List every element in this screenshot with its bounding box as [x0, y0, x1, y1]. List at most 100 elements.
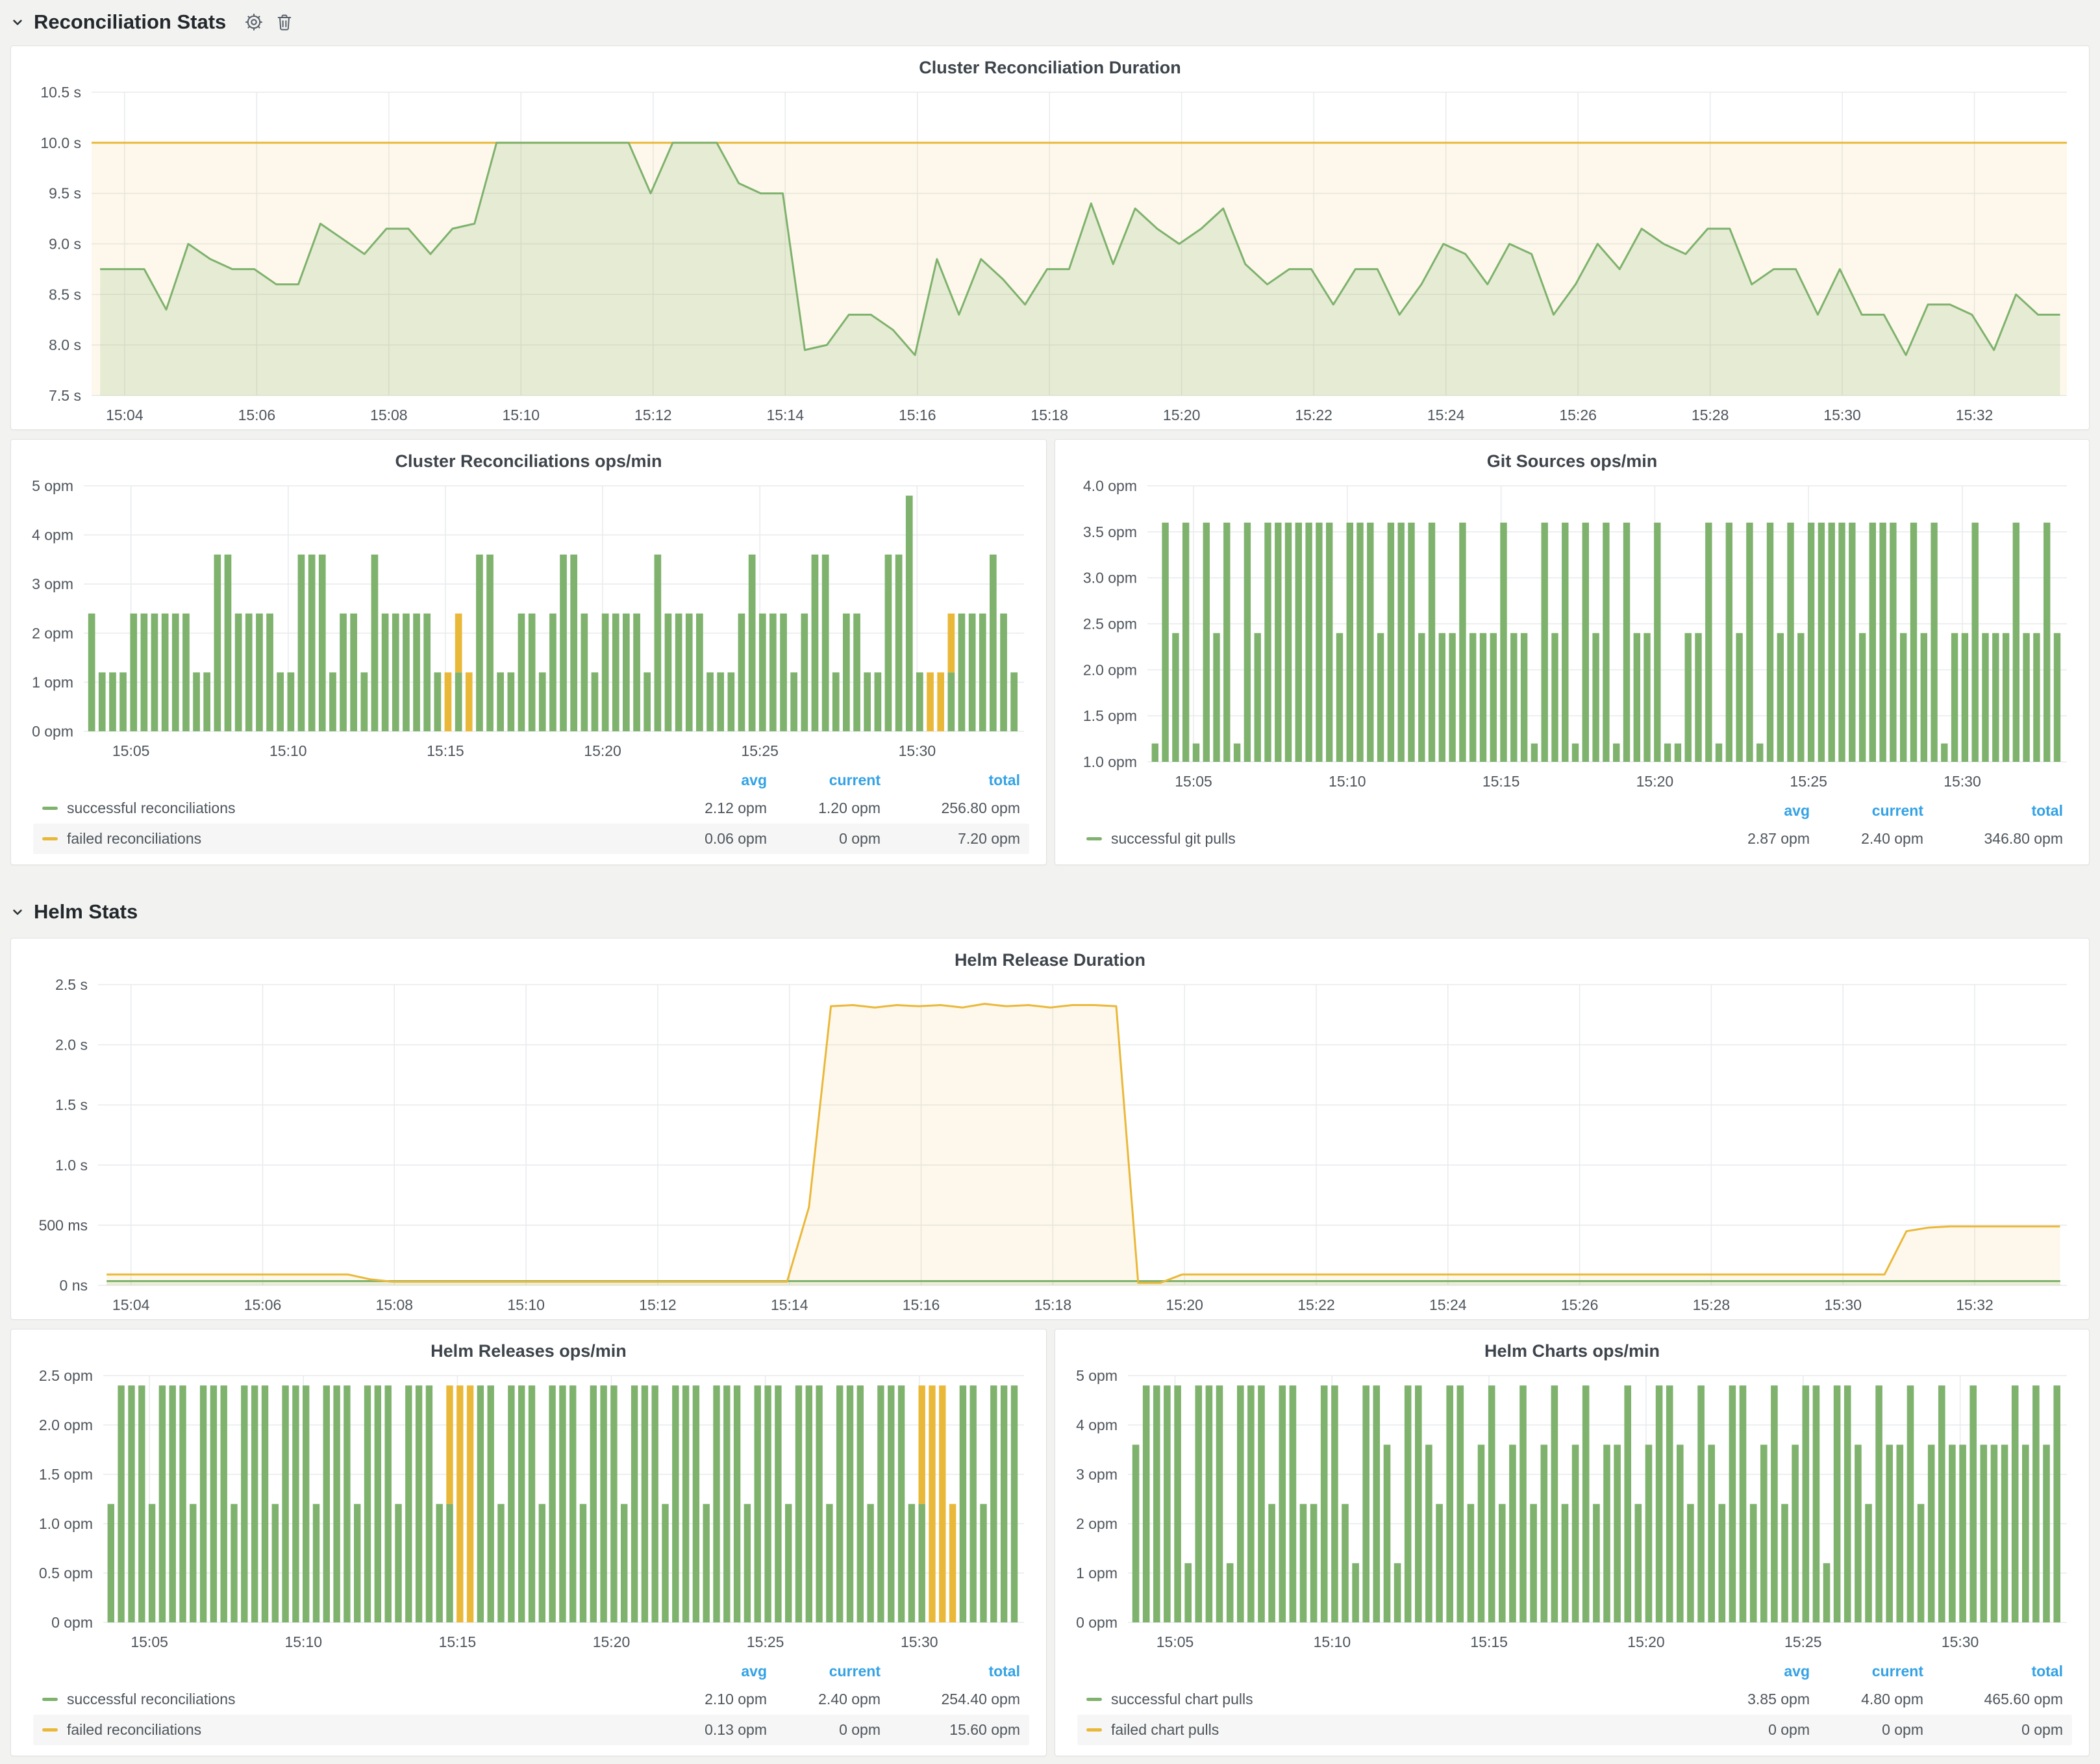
- svg-text:15:20: 15:20: [584, 742, 621, 759]
- series-label[interactable]: successful reconciliations: [67, 1691, 236, 1708]
- series-label[interactable]: successful chart pulls: [1111, 1691, 1253, 1708]
- svg-text:15:25: 15:25: [741, 742, 779, 759]
- svg-text:1.0 opm: 1.0 opm: [39, 1515, 93, 1532]
- helm-releases-opm-chart[interactable]: 0 opm0.5 opm1.0 opm1.5 opm2.0 opm2.5 opm…: [19, 1365, 1038, 1656]
- svg-text:0 opm: 0 opm: [51, 1614, 93, 1631]
- legend-value: 0 opm: [767, 1721, 881, 1739]
- svg-text:15:30: 15:30: [899, 742, 936, 759]
- chevron-down-icon: [9, 14, 26, 31]
- svg-text:15:05: 15:05: [112, 742, 150, 759]
- series-label[interactable]: failed chart pulls: [1111, 1721, 1219, 1739]
- svg-text:15:20: 15:20: [593, 1633, 631, 1650]
- svg-text:15:12: 15:12: [634, 407, 672, 423]
- svg-text:15:30: 15:30: [1942, 1633, 1979, 1650]
- series-label[interactable]: successful git pulls: [1111, 830, 1236, 848]
- panel-title[interactable]: Helm Charts ops/min: [1055, 1329, 2089, 1365]
- svg-text:2.0 s: 2.0 s: [55, 1037, 88, 1053]
- cluster-reconciliation-duration-chart[interactable]: 7.5 s8.0 s8.5 s9.0 s9.5 s10.0 s10.5 s15:…: [19, 82, 2081, 429]
- panel-title[interactable]: Helm Releases ops/min: [11, 1329, 1046, 1365]
- svg-text:15:22: 15:22: [1295, 407, 1332, 423]
- legend-row: successful reconciliations2.12 opm1.20 o…: [33, 793, 1029, 824]
- legend-value: 2.87 opm: [1696, 830, 1810, 848]
- svg-text:15:10: 15:10: [1329, 773, 1366, 790]
- panel-title[interactable]: Cluster Reconciliations ops/min: [11, 440, 1046, 475]
- series-color-dash: [42, 1698, 58, 1701]
- legend-sort-current[interactable]: current: [1810, 802, 1923, 820]
- svg-text:15:32: 15:32: [1956, 407, 1994, 423]
- legend-row: successful git pulls2.87 opm2.40 opm346.…: [1077, 824, 2072, 854]
- svg-text:9.5 s: 9.5 s: [49, 185, 81, 202]
- gear-icon: [244, 12, 264, 32]
- section-title[interactable]: Reconciliation Stats: [34, 10, 226, 34]
- legend-sort-total[interactable]: total: [1923, 1663, 2063, 1680]
- legend-header: avgcurrenttotal: [1077, 1657, 2072, 1684]
- svg-text:15:10: 15:10: [503, 407, 540, 423]
- svg-text:7.5 s: 7.5 s: [49, 387, 81, 404]
- legend-header: avgcurrenttotal: [33, 1657, 1029, 1684]
- git-sources-opm-chart[interactable]: 1.0 opm1.5 opm2.0 opm2.5 opm3.0 opm3.5 o…: [1063, 475, 2081, 796]
- section-header-reconciliation-stats[interactable]: Reconciliation Stats: [9, 4, 294, 40]
- legend-sort-total[interactable]: total: [881, 772, 1020, 789]
- svg-text:15:14: 15:14: [771, 1296, 808, 1313]
- svg-text:15:15: 15:15: [1470, 1633, 1508, 1650]
- svg-text:2 opm: 2 opm: [1076, 1515, 1118, 1532]
- legend-row: successful reconciliations 2.10 opm2.40 o…: [33, 1684, 1029, 1715]
- svg-text:15:08: 15:08: [370, 407, 408, 423]
- section-title[interactable]: Helm Stats: [34, 900, 138, 924]
- svg-text:15:20: 15:20: [1636, 773, 1674, 790]
- panel-title[interactable]: Git Sources ops/min: [1055, 440, 2089, 475]
- svg-text:4 opm: 4 opm: [1076, 1417, 1118, 1433]
- legend-sort-avg[interactable]: avg: [653, 772, 767, 789]
- svg-text:2 opm: 2 opm: [32, 625, 73, 642]
- legend-sort-current[interactable]: current: [1810, 1663, 1923, 1680]
- legend-sort-total[interactable]: total: [1923, 802, 2063, 820]
- svg-text:1.0 s: 1.0 s: [55, 1157, 88, 1174]
- cluster-reconciliations-opm-chart[interactable]: 0 opm1 opm2 opm3 opm4 opm5 opm15:0515:10…: [19, 475, 1038, 765]
- legend-header: avgcurrenttotal: [1077, 797, 2072, 824]
- legend-sort-avg[interactable]: avg: [1696, 802, 1810, 820]
- svg-text:15:08: 15:08: [376, 1296, 414, 1313]
- series-label[interactable]: failed reconciliations: [67, 1721, 201, 1739]
- svg-text:15:22: 15:22: [1297, 1296, 1335, 1313]
- svg-text:15:10: 15:10: [1314, 1633, 1351, 1650]
- legend-sort-current[interactable]: current: [767, 772, 881, 789]
- series-color-dash: [1086, 837, 1102, 840]
- section-header-helm-stats[interactable]: Helm Stats: [9, 894, 138, 930]
- legend-row: failed reconciliations0.13 opm0 opm15.60…: [33, 1715, 1029, 1745]
- svg-text:15:15: 15:15: [439, 1633, 477, 1650]
- legend-sort-avg[interactable]: avg: [1696, 1663, 1810, 1680]
- svg-text:15:20: 15:20: [1627, 1633, 1665, 1650]
- svg-text:15:18: 15:18: [1031, 407, 1068, 423]
- panel-cluster-reconciliation-duration: Cluster Reconciliation Duration 7.5 s8.0…: [10, 45, 2090, 430]
- legend-value: 7.20 opm: [881, 830, 1020, 848]
- legend-sort-current[interactable]: current: [767, 1663, 881, 1680]
- svg-text:15:10: 15:10: [284, 1633, 322, 1650]
- svg-text:15:25: 15:25: [1784, 1633, 1822, 1650]
- legend-row: successful chart pulls3.85 opm4.80 opm46…: [1077, 1684, 2072, 1715]
- panel-title[interactable]: Cluster Reconciliation Duration: [11, 46, 2089, 82]
- section-delete-button[interactable]: [275, 12, 294, 32]
- svg-text:5 opm: 5 opm: [1076, 1367, 1118, 1384]
- legend: avgcurrenttotalsuccessful chart pulls3.8…: [1055, 1656, 2089, 1756]
- svg-text:4 opm: 4 opm: [32, 527, 73, 544]
- svg-text:15:25: 15:25: [747, 1633, 784, 1650]
- svg-text:15:05: 15:05: [1156, 1633, 1194, 1650]
- panel-title[interactable]: Helm Release Duration: [11, 939, 2089, 974]
- legend-sort-avg[interactable]: avg: [653, 1663, 767, 1680]
- legend-value: 2.40 opm: [767, 1691, 881, 1708]
- svg-text:15:10: 15:10: [269, 742, 307, 759]
- svg-text:500 ms: 500 ms: [39, 1216, 88, 1233]
- legend-sort-total[interactable]: total: [881, 1663, 1020, 1680]
- section-settings-button[interactable]: [244, 12, 264, 32]
- series-label[interactable]: failed reconciliations: [67, 830, 201, 848]
- panel-helm-releases-opm: Helm Releases ops/min 0 opm0.5 opm1.0 op…: [10, 1329, 1047, 1756]
- series-label[interactable]: successful reconciliations: [67, 800, 236, 817]
- svg-text:15:20: 15:20: [1163, 407, 1201, 423]
- trash-icon: [275, 12, 294, 32]
- legend-value: 2.10 opm: [653, 1691, 767, 1708]
- svg-text:15:10: 15:10: [507, 1296, 545, 1313]
- helm-release-duration-chart[interactable]: 0 ns500 ms1.0 s1.5 s2.0 s2.5 s15:0415:06…: [19, 974, 2081, 1319]
- helm-charts-opm-chart[interactable]: 0 opm1 opm2 opm3 opm4 opm5 opm15:0515:10…: [1063, 1365, 2081, 1656]
- legend-value: 2.40 opm: [1810, 830, 1923, 848]
- svg-text:15:25: 15:25: [1790, 773, 1827, 790]
